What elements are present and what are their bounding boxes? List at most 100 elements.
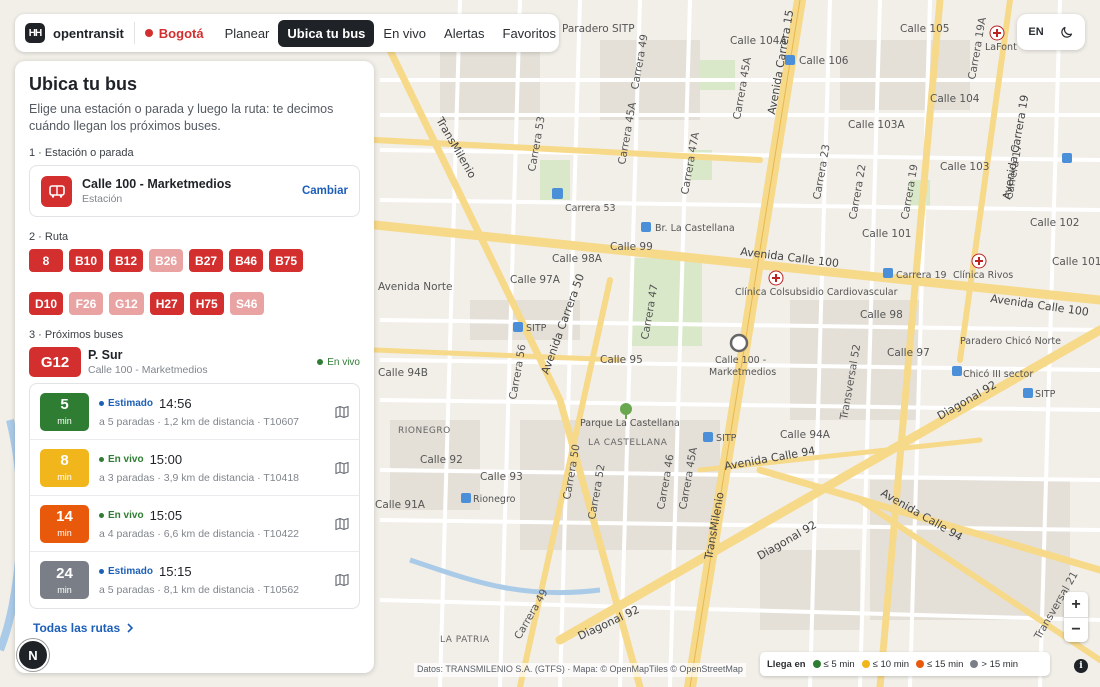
map-label: LA CASTELLANA (588, 438, 668, 448)
brand[interactable]: HH opentransit (25, 22, 135, 44)
arrival-info: Estimado 15:15 a 5 paradas · 8,1 km de dis… (99, 564, 335, 596)
zoom-controls: + − (1064, 592, 1088, 642)
station-marker[interactable] (729, 333, 749, 353)
map-label: Paradero SITP (562, 23, 635, 35)
minutes-badge: 24 min (40, 561, 89, 599)
minutes-unit: min (57, 416, 72, 426)
map-label: Calle 97 (887, 347, 930, 359)
info-icon[interactable]: i (1074, 659, 1088, 673)
arrival-time: 15:00 (149, 451, 183, 467)
moon-icon[interactable] (1059, 25, 1074, 40)
map-label: Parque La Castellana (580, 418, 680, 429)
zoom-out-button[interactable]: − (1064, 617, 1088, 642)
corner-badge[interactable]: N (17, 639, 49, 671)
route-chip[interactable]: H27 (149, 292, 184, 315)
hospital-icon (768, 270, 784, 286)
live-dot-icon (317, 359, 324, 365)
zoom-in-button[interactable]: + (1064, 592, 1088, 617)
route-chip[interactable]: D10 (29, 292, 64, 315)
step3-label: 3 · Próximos buses (29, 329, 124, 341)
city-selector[interactable]: Bogotá (135, 26, 216, 41)
park-area (700, 60, 735, 90)
arrival-top: Estimado 14:56 (99, 396, 335, 411)
route-chip[interactable]: 8 (29, 249, 63, 272)
all-routes-link[interactable]: Todas las rutas (29, 621, 360, 635)
map-label: Calle 98 (860, 309, 903, 321)
map-label: Calle 95 (600, 354, 643, 366)
map-label: Calle 92 (420, 454, 463, 466)
brand-logo-icon: HH (25, 23, 45, 43)
map-label: SITP (716, 433, 737, 444)
map-label: Calle 103 (940, 161, 989, 173)
arrival-row[interactable]: 24 min Estimado 15:15 a 5 paradas · 8,1 km d… (30, 552, 359, 608)
arrival-info: En vivo 15:00 a 3 paradas · 3,9 km de dist… (99, 452, 335, 484)
minutes-value: 14 (56, 508, 73, 525)
map-label: Br. La Castellana (655, 223, 735, 234)
city-name: Bogotá (158, 25, 204, 41)
change-station-button[interactable]: Cambiar (302, 185, 348, 197)
status-dot-icon (99, 512, 104, 518)
route-chips-row: 8 B10 B12 B26 B27 B46 B75 (29, 249, 329, 272)
station-card[interactable]: Calle 100 - Marketmedios Estación Cambia… (29, 165, 360, 217)
map-icon[interactable] (335, 517, 349, 531)
route-chip[interactable]: F26 (69, 292, 104, 315)
panel-title: Ubica tu bus (29, 74, 138, 94)
minutes-badge: 14 min (40, 504, 89, 543)
arrival-row[interactable]: 8 min En vivo 15:00 a 3 paradas · 3,9 km de … (30, 440, 359, 496)
route-chip[interactable]: B75 (269, 249, 304, 272)
arrival-detail: a 4 paradas · 6,6 km de distancia · T104… (99, 527, 300, 540)
map-label: Marketmedios (709, 367, 776, 378)
arrival-row[interactable]: 5 min Estimado 14:56 a 5 paradas · 1,2 km de… (30, 384, 359, 440)
next-buses-header: G12 P. Sur Calle 100 - Marketmedios En v… (29, 347, 360, 377)
map-label: SITP (526, 323, 547, 334)
route-chip[interactable]: G12 (109, 292, 144, 315)
arrival-row[interactable]: 14 min En vivo 15:05 a 4 paradas · 6,6 km de… (30, 496, 359, 552)
city-dot-icon (144, 29, 153, 37)
map-label: Calle 100 - (715, 355, 766, 366)
status-label: Estimado (108, 566, 154, 577)
legend-dot-icon (861, 660, 870, 668)
arrival-detail: a 5 paradas · 8,1 km de distancia · T105… (99, 584, 300, 596)
map-icon[interactable] (335, 573, 349, 587)
legend-item: > 15 min (970, 659, 1018, 670)
map-label: Calle 93 (480, 471, 523, 483)
tab-en-vivo[interactable]: En vivo (374, 20, 435, 47)
station-type: Estación (82, 193, 123, 205)
tab-alertas[interactable]: Alertas (435, 20, 493, 47)
legend-label: ≤ 10 min (872, 658, 910, 670)
route-chip[interactable]: B12 (109, 249, 144, 272)
minutes-value: 8 (60, 452, 69, 469)
legend-dot-icon (812, 660, 821, 668)
map-label: Calle 97A (510, 274, 561, 286)
live-indicator: En vivo (317, 357, 360, 368)
route-chip[interactable]: B46 (229, 249, 264, 272)
minutes-unit: min (57, 584, 72, 595)
tab-ubica-tu-bus[interactable]: Ubica tu bus (278, 19, 375, 47)
route-chip[interactable]: B27 (189, 249, 224, 272)
arrival-status: En vivo (99, 454, 144, 465)
arrival-legend: Llega en ≤ 5 min ≤ 10 min ≤ 15 min > 15 min (760, 652, 1050, 676)
route-chip[interactable]: B10 (69, 249, 104, 272)
map-label: Calle 94B (378, 367, 428, 379)
language-button[interactable]: EN (1028, 26, 1043, 38)
arrival-time: 14:56 (159, 395, 192, 411)
route-chip[interactable]: B26 (149, 249, 184, 272)
panel-description: Elige una estación o parada y luego la r… (29, 102, 334, 133)
map-label: Clínica Rivos (953, 270, 1013, 281)
tab-favoritos[interactable]: Favoritos (494, 20, 565, 47)
map-label: Paradero Chicó Norte (960, 336, 1061, 347)
map-icon[interactable] (335, 461, 349, 475)
hospital-icon (971, 253, 987, 269)
step1-label: 1 · Estación o parada (29, 147, 134, 159)
tab-planear[interactable]: Planear (216, 20, 279, 47)
arrival-top: Estimado 15:15 (99, 564, 335, 579)
map-label: Carrera 19 (896, 270, 947, 281)
map-icon[interactable] (335, 405, 349, 419)
map-label: Chicó III sector (963, 369, 1033, 380)
legend-label: ≤ 5 min (823, 658, 855, 670)
legend-item: ≤ 5 min (812, 658, 855, 670)
step2-label: 2 · Ruta (29, 231, 69, 243)
route-chip[interactable]: S46 (229, 292, 264, 315)
map-label: Clínica Colsubsidio Cardiovascular (735, 287, 898, 298)
route-chip[interactable]: H75 (189, 292, 224, 315)
